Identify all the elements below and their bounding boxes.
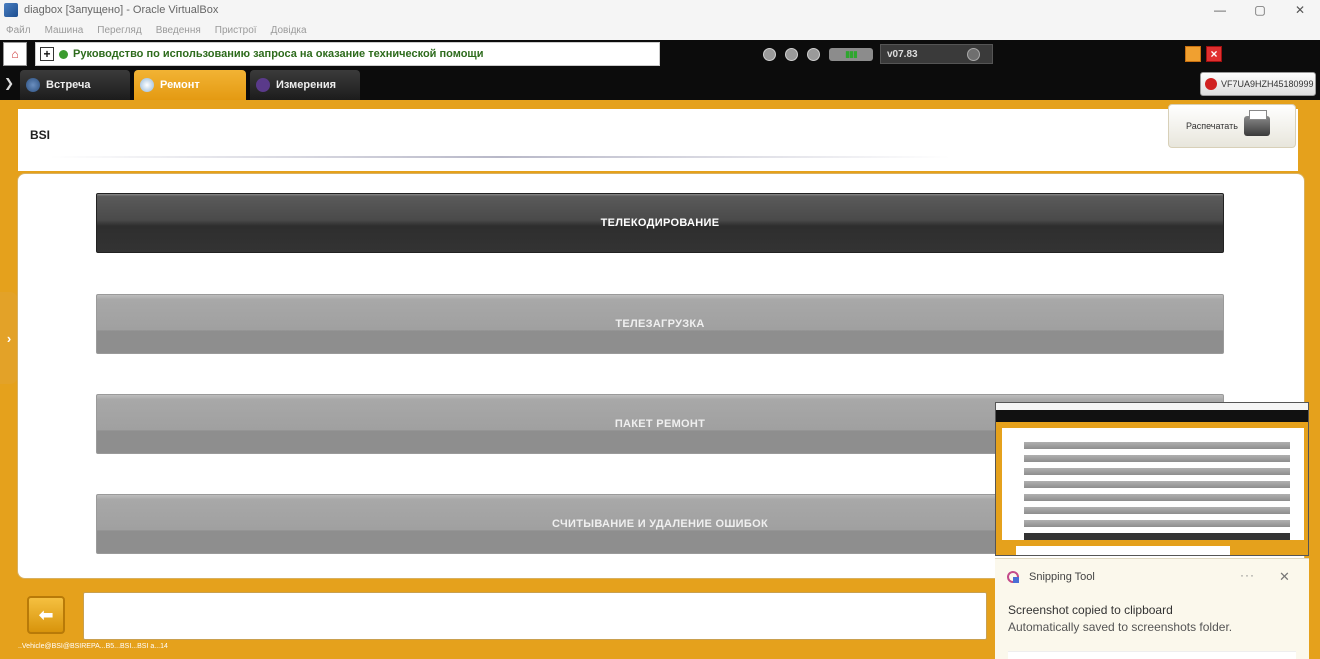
vin-text: VF7UA9HZH45180999 xyxy=(1221,79,1314,89)
battery-icon: ▮▮▮ xyxy=(829,48,873,61)
chevron-down-icon[interactable]: ❯ xyxy=(4,76,14,90)
app-close-button[interactable]: × xyxy=(1206,46,1222,62)
window-title: diagbox [Запущено] - Oracle VirtualBox xyxy=(24,4,219,16)
vin-badge[interactable]: VF7UA9HZH45180999 xyxy=(1200,72,1316,96)
menu-input[interactable]: Введення xyxy=(156,25,201,36)
measure-icon xyxy=(256,78,270,92)
status-field xyxy=(83,592,987,640)
title-divider xyxy=(50,156,950,158)
home-button[interactable]: ⌂ xyxy=(3,42,27,66)
version-display: v07.83 xyxy=(880,44,993,64)
chevron-right-icon: › xyxy=(6,330,12,346)
version-label: v07.83 xyxy=(887,48,918,60)
snipping-tool-notification[interactable]: Snipping Tool ··· ✕ Screenshot copied to… xyxy=(995,558,1309,659)
printer-icon xyxy=(1243,110,1270,136)
menubar: Файл Машина Перегляд Введення Пристрої Д… xyxy=(0,20,1320,40)
notification-close-button[interactable]: ✕ xyxy=(1279,569,1290,585)
back-button[interactable]: ⬅ xyxy=(27,596,65,634)
settings-knob-icon[interactable] xyxy=(967,48,980,61)
user-icon[interactable] xyxy=(785,48,798,61)
vehicle-alert-icon xyxy=(1205,78,1217,90)
status-dot-icon xyxy=(59,49,68,59)
minimize-button[interactable]: — xyxy=(1200,0,1240,20)
read-clear-faults-label: СЧИТЫВАНИЕ И УДАЛЕНИЕ ОШИБОК xyxy=(552,518,768,530)
window-titlebar: diagbox [Запущено] - Oracle VirtualBox —… xyxy=(0,0,1320,20)
help-message-bar[interactable]: + Руководство по использованию запроса н… xyxy=(35,42,660,66)
tab-repair[interactable]: Ремонт xyxy=(134,70,246,100)
screenshot-thumbnail[interactable] xyxy=(995,402,1309,556)
tab-row: ❯ Встреча Ремонт Измерения VF7UA9HZH4518… xyxy=(0,68,1320,100)
notification-title: Screenshot copied to clipboard xyxy=(1008,603,1173,617)
print-label: Распечатать xyxy=(1186,121,1238,131)
meeting-icon xyxy=(26,78,40,92)
help-message: Руководство по использованию запроса на … xyxy=(73,48,484,60)
print-button[interactable]: Распечатать xyxy=(1168,104,1296,148)
expand-icon[interactable]: + xyxy=(40,47,54,61)
app-minimize-button[interactable] xyxy=(1185,46,1201,62)
repair-icon xyxy=(140,78,154,92)
tab-meeting[interactable]: Встреча xyxy=(20,70,130,100)
page-title: BSI xyxy=(30,128,51,142)
navigation-path: ..Vehicle@BSI@BSIREPA...B5...BSI...BSI a… xyxy=(18,643,168,650)
side-panel-toggle[interactable]: › xyxy=(0,292,18,384)
menu-machine[interactable]: Машина xyxy=(45,25,84,36)
tab-measurements-label: Измерения xyxy=(276,79,337,91)
notification-body: Automatically saved to screenshots folde… xyxy=(1008,620,1233,634)
menu-help[interactable]: Довідка xyxy=(271,25,307,36)
menu-devices[interactable]: Пристрої xyxy=(215,25,257,36)
menu-file[interactable]: Файл xyxy=(6,25,31,36)
window-close-button[interactable]: ✕ xyxy=(1280,0,1320,20)
app-header: ⌂ + Руководство по использованию запроса… xyxy=(0,40,1320,68)
repair-package-label: ПАКЕТ РЕМОНТ xyxy=(614,418,706,430)
globe-icon[interactable] xyxy=(807,48,820,61)
snipping-tool-icon xyxy=(1007,571,1019,583)
arrow-left-icon: ⬅ xyxy=(38,604,54,625)
download-icon[interactable] xyxy=(763,48,776,61)
page-header xyxy=(18,109,1298,171)
telecoding-label: ТЕЛЕКОДИРОВАНИЕ xyxy=(600,217,720,229)
more-options-icon[interactable]: ··· xyxy=(1240,568,1255,582)
home-icon: ⌂ xyxy=(11,47,19,61)
notification-preview-strip xyxy=(1008,651,1296,659)
teledownload-button[interactable]: ТЕЛЕЗАГРУЗКА xyxy=(96,294,1224,354)
menu-view[interactable]: Перегляд xyxy=(97,25,141,36)
tab-meeting-label: Встреча xyxy=(46,79,91,91)
tab-measurements[interactable]: Измерения xyxy=(250,70,360,100)
maximize-button[interactable]: ▢ xyxy=(1240,0,1280,20)
tab-repair-label: Ремонт xyxy=(160,79,200,91)
telecoding-button[interactable]: ТЕЛЕКОДИРОВАНИЕ xyxy=(96,193,1224,253)
app-root: diagbox [Запущено] - Oracle VirtualBox —… xyxy=(0,0,1320,659)
notification-app-name: Snipping Tool xyxy=(1029,571,1095,583)
virtualbox-icon xyxy=(4,3,18,17)
teledownload-label: ТЕЛЕЗАГРУЗКА xyxy=(615,318,705,330)
